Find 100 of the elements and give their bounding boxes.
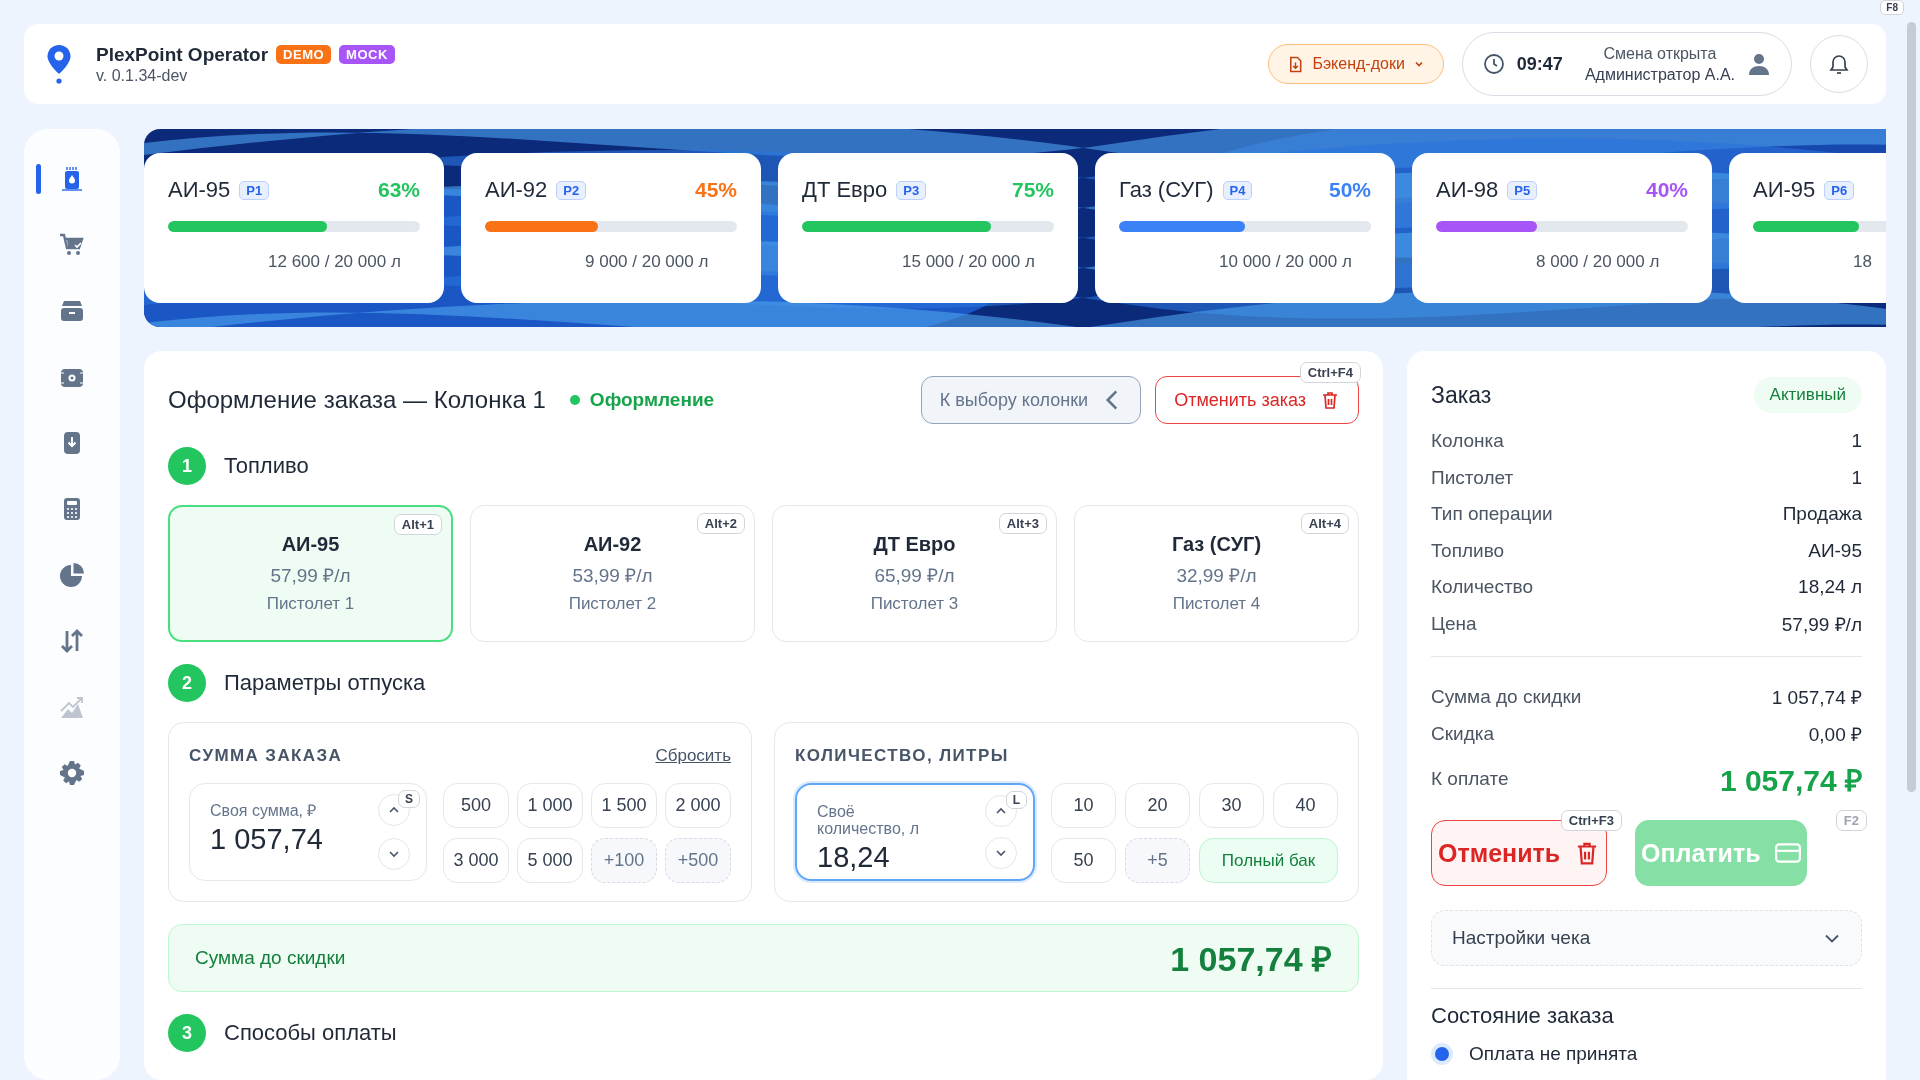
shortcut-hint: Ctrl+F3 xyxy=(1560,810,1622,831)
nozzle-label: Пистолет 3 xyxy=(870,594,959,614)
detail-value: Продажа xyxy=(1782,503,1862,526)
preset-button[interactable]: 5 000 xyxy=(517,838,583,883)
field-value: 1 057,74 xyxy=(210,823,324,856)
active-indicator xyxy=(36,164,41,194)
tank-name: ДТ Евро xyxy=(802,177,888,203)
status-text: Оформление xyxy=(589,389,715,411)
due-amount: 1 057,74 ₽ xyxy=(1719,762,1862,799)
back-button[interactable]: К выбору колонки xyxy=(920,376,1142,424)
detail-label: Сумма до скидки xyxy=(1431,686,1582,709)
pump-tag: P5 xyxy=(1507,180,1538,200)
bell-icon xyxy=(1827,52,1851,76)
detail-value: 1 xyxy=(1851,466,1862,489)
scrollbar-thumb[interactable] xyxy=(1907,22,1916,792)
env-badge: MOCK xyxy=(339,45,395,64)
hotkey-badge: F8 xyxy=(1880,0,1904,15)
fuel-option[interactable]: Alt+4 Газ (СУГ) 32,99 ₽/л Пистолет 4 xyxy=(1074,505,1359,642)
field-label: Своя сумма, ₽ xyxy=(210,802,318,819)
decrement-button[interactable] xyxy=(378,838,410,870)
tank-volume: 10 000 / 20 000 л xyxy=(1218,252,1353,272)
input-field[interactable]: Своё количество, л 18,24 L xyxy=(795,783,1035,881)
tank-percent: 63% xyxy=(377,178,420,202)
clock-icon xyxy=(1482,53,1505,75)
tank-percent: 40% xyxy=(1645,178,1688,202)
pump-tag: P2 xyxy=(556,180,587,200)
state-label: Оплата не принята xyxy=(1469,1043,1638,1065)
detail-value: АИ-95 xyxy=(1808,539,1862,562)
increment-preset-button[interactable]: +500 xyxy=(665,838,731,883)
cancel-order-button[interactable]: Отменить заказ xyxy=(1155,376,1359,424)
detail-value: 1 xyxy=(1851,430,1862,453)
tank-name: АИ-98 xyxy=(1436,177,1499,203)
shortcut-hint: Alt+1 xyxy=(393,514,442,535)
user-icon xyxy=(1747,52,1771,76)
reset-link[interactable]: Сбросить xyxy=(655,746,731,766)
location-pin-icon xyxy=(46,44,72,84)
fuel-price: 57,99 ₽/л xyxy=(270,564,351,588)
clock-time: 09:47 xyxy=(1516,53,1563,75)
tank-volume: 12 600 / 20 000 л xyxy=(267,252,402,272)
preset-button[interactable]: 50 xyxy=(1051,838,1116,883)
fuel-name: АИ-95 xyxy=(281,533,340,556)
tank-name: АИ-95 xyxy=(168,177,231,203)
decrement-button[interactable] xyxy=(985,837,1017,869)
pump-tag: P6 xyxy=(1824,180,1855,200)
detail-label: Колонка xyxy=(1431,430,1504,453)
fuel-price: 53,99 ₽/л xyxy=(572,564,653,588)
shortcut-hint: Alt+2 xyxy=(696,513,745,534)
nozzle-label: Пистолет 1 xyxy=(266,594,355,614)
tank-name: Газ (СУГ) xyxy=(1119,177,1214,203)
fuel-option[interactable]: Alt+2 АИ-92 53,99 ₽/л Пистолет 2 xyxy=(470,505,755,642)
increment-preset-button[interactable]: +5 xyxy=(1125,838,1190,883)
fuel-price: 32,99 ₽/л xyxy=(1176,564,1257,588)
detail-label: Цена xyxy=(1431,612,1477,635)
tank-name: АИ-95 xyxy=(1753,177,1816,203)
tank-volume: 18 xyxy=(1852,252,1873,272)
step-title: Топливо xyxy=(224,453,309,479)
operator-name: Администратор А.А. xyxy=(1584,65,1735,85)
preset-button[interactable]: 20 xyxy=(1125,783,1190,828)
shortcut-hint: Alt+3 xyxy=(998,513,1047,534)
credit-card-icon xyxy=(1774,840,1801,866)
increment-preset-button[interactable]: +100 xyxy=(591,838,657,883)
docs-button[interactable]: Бэкенд-доки xyxy=(1268,44,1444,84)
fuel-option[interactable]: Alt+1 АИ-95 57,99 ₽/л Пистолет 1 xyxy=(168,505,453,642)
preset-button[interactable]: 40 xyxy=(1273,783,1338,828)
nozzle-label: Пистолет 2 xyxy=(568,594,657,614)
trash-icon xyxy=(1320,390,1340,410)
preset-button[interactable]: 10 xyxy=(1051,783,1116,828)
tank-volume: 9 000 / 20 000 л xyxy=(584,252,710,272)
preset-button[interactable]: 1 000 xyxy=(517,783,583,828)
fuel-option[interactable]: Alt+3 ДТ Евро 65,99 ₽/л Пистолет 3 xyxy=(772,505,1057,642)
preset-button[interactable]: 1 500 xyxy=(591,783,657,828)
pump-tag: P4 xyxy=(1222,180,1253,200)
step-title: Параметры отпуска xyxy=(224,670,426,696)
tank-percent: 45% xyxy=(694,178,737,202)
env-badge: DEMO xyxy=(276,45,332,64)
detail-label: Тип операции xyxy=(1431,503,1553,526)
fuel-name: ДТ Евро xyxy=(873,533,956,556)
preset-button[interactable]: 500 xyxy=(443,783,509,828)
receipt-settings-toggle[interactable]: Настройки чека xyxy=(1431,910,1862,966)
settings-icon xyxy=(58,759,86,787)
pie-chart-icon xyxy=(58,561,86,589)
preset-button[interactable]: 2 000 xyxy=(665,783,731,828)
order-title: Оформление заказа — Колонка 1 xyxy=(168,386,546,414)
detail-label: Количество xyxy=(1431,576,1534,599)
full-tank-button[interactable]: Полный бак xyxy=(1199,838,1338,883)
radio-button[interactable] xyxy=(1431,1043,1453,1065)
preset-button[interactable]: 30 xyxy=(1199,783,1264,828)
pump-tag: P1 xyxy=(239,180,270,200)
shortcut-hint: L xyxy=(1005,791,1027,809)
nozzle-label: Пистолет 4 xyxy=(1172,594,1261,614)
tank-percent: 50% xyxy=(1328,178,1371,202)
detail-label: Топливо xyxy=(1431,539,1505,562)
status-badge: Активный xyxy=(1753,377,1862,413)
preset-button[interactable]: 3 000 xyxy=(443,838,509,883)
shortcut-hint: F2 xyxy=(1835,810,1867,831)
fuel-name: Газ (СУГ) xyxy=(1171,533,1262,556)
app-name: PlexPoint Operator xyxy=(96,43,269,66)
section-label: СУММА ЗАКАЗА xyxy=(189,746,343,766)
shift-status: Смена открыта xyxy=(1603,44,1717,64)
input-field[interactable]: Своя сумма, ₽ 1 057,74 S xyxy=(189,783,427,881)
